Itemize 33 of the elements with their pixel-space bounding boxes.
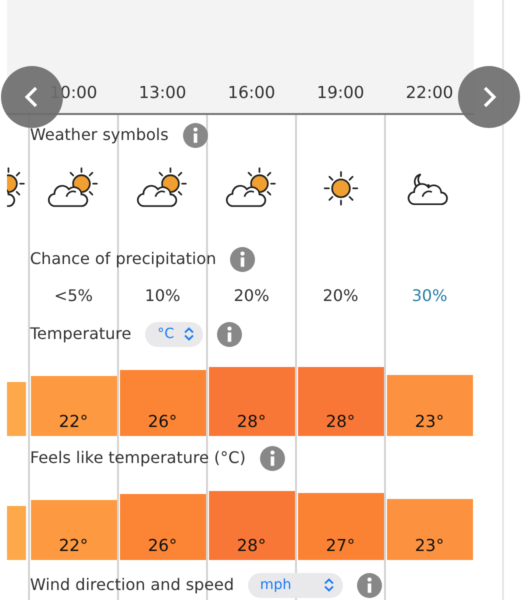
precipitation-value: <5%: [54, 285, 93, 307]
info-icon[interactable]: [260, 446, 285, 470]
time-label: 13:00: [138, 84, 186, 104]
temperature-value: 28°: [326, 412, 356, 434]
temperature-value: 27°: [326, 536, 356, 558]
up-down-chevron-icon: [323, 578, 336, 592]
precipitation-value: 20%: [234, 285, 270, 307]
temperature-value: 22°: [58, 536, 88, 558]
section-label: Chance of precipitation: [30, 249, 216, 269]
temperature-value: 26°: [148, 536, 178, 558]
temperature-value: 22°: [58, 412, 88, 434]
temperature-value: 28°: [236, 536, 266, 558]
precipitation-value: 10%: [144, 285, 180, 307]
up-down-chevron-icon: [183, 327, 196, 341]
section-label: Feels like temperature (°C): [30, 448, 246, 468]
info-icon[interactable]: [182, 122, 208, 148]
section-label: Weather symbols: [30, 125, 169, 145]
precipitation-value: 30%: [412, 285, 448, 307]
info-icon[interactable]: [357, 572, 382, 598]
precipitation-value: 20%: [322, 285, 358, 307]
time-label: 16:00: [228, 84, 276, 104]
section-label: Wind direction and speed: [30, 575, 234, 595]
unit-select[interactable]: °C: [145, 322, 204, 346]
temperature-value: 26°: [148, 412, 178, 434]
info-icon[interactable]: [217, 322, 242, 346]
info-icon[interactable]: [230, 246, 256, 272]
section-label: Temperature: [30, 324, 132, 344]
time-label: 22:00: [406, 84, 454, 104]
unit-select[interactable]: mph: [248, 572, 344, 598]
temperature-value: 23°: [414, 412, 444, 434]
temperature-value: 28°: [236, 412, 266, 434]
temperature-value: 23°: [414, 536, 444, 558]
time-label: 19:00: [316, 84, 364, 104]
